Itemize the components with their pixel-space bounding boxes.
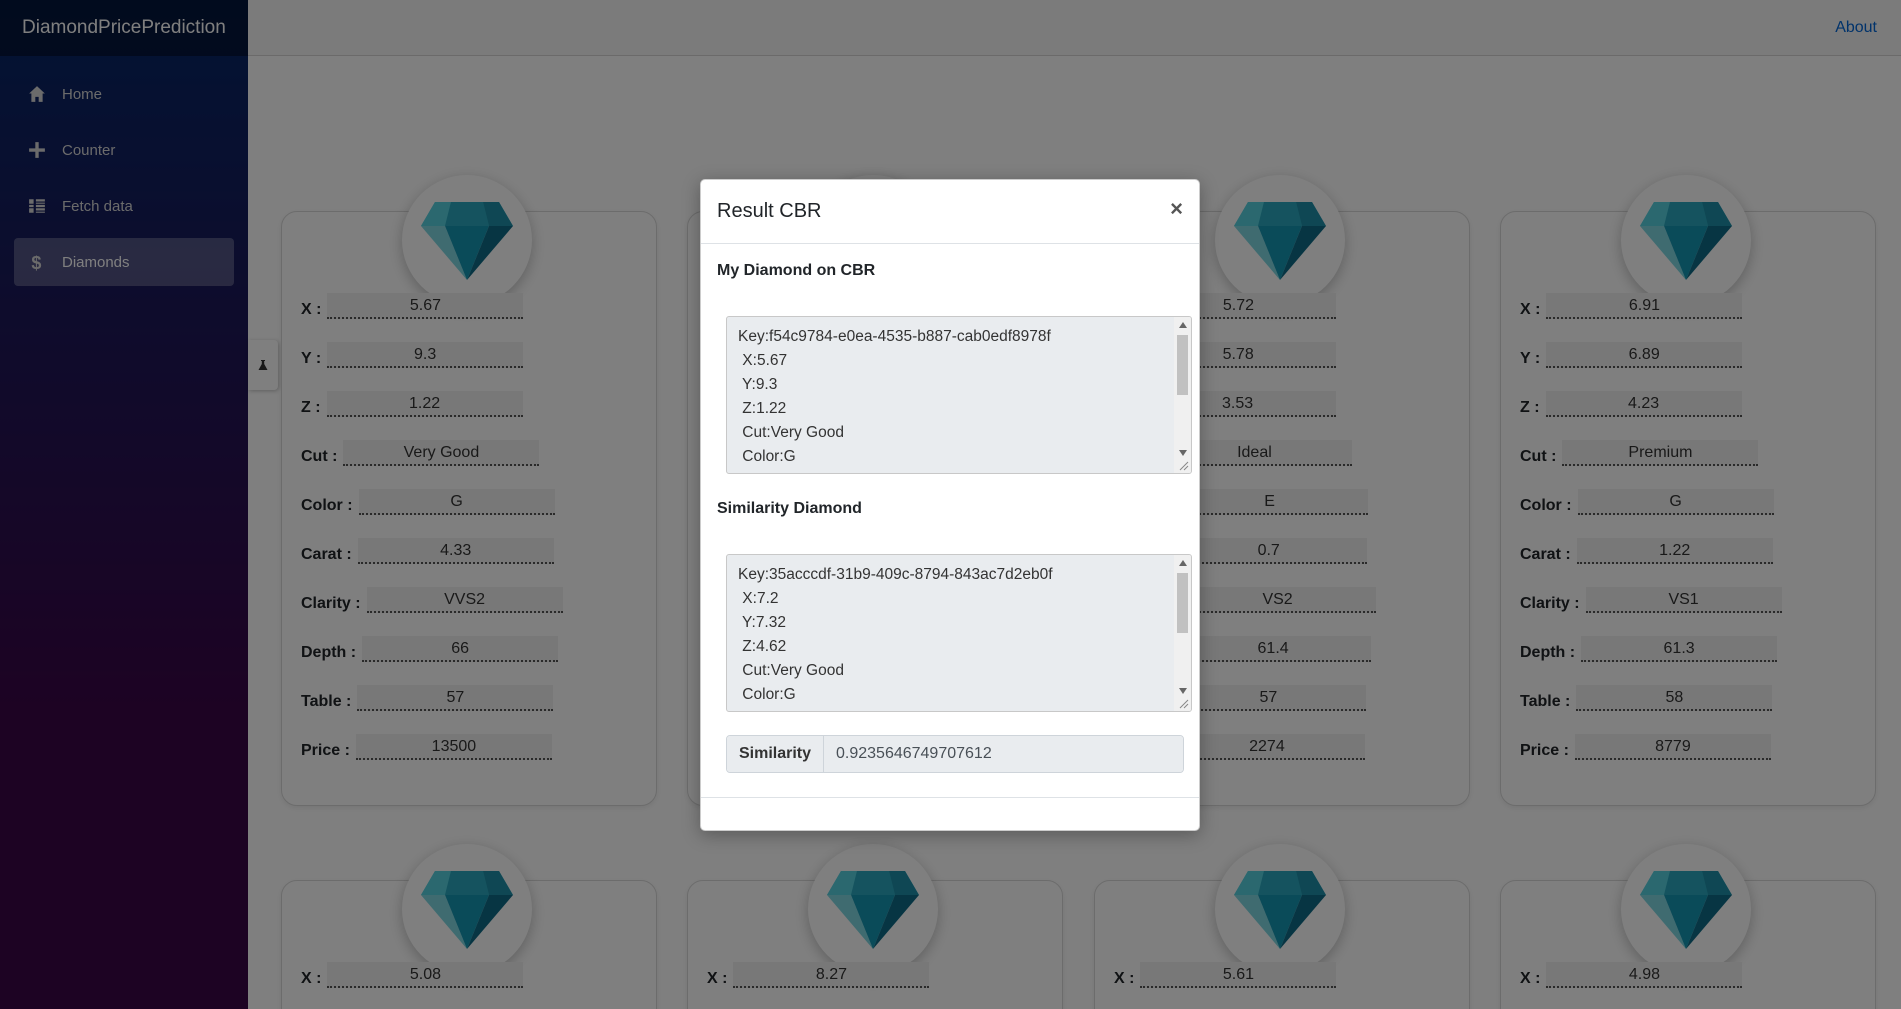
scroll-thumb[interactable] — [1177, 573, 1188, 633]
my-diamond-text: Key:f54c9784-e0ea-4535-b887-cab0edf8978f… — [738, 328, 1051, 473]
scroll-up-icon[interactable] — [1174, 555, 1191, 571]
modal-footer-divider — [701, 797, 1199, 798]
similarity-value[interactable]: 0.9235646749707612 — [824, 736, 1183, 772]
similarity-input-group: Similarity 0.9235646749707612 — [726, 735, 1184, 773]
similar-diamond-textarea[interactable]: Key:35acccdf-31b9-409c-8794-843ac7d2eb0f… — [726, 554, 1192, 712]
my-diamond-textarea[interactable]: Key:f54c9784-e0ea-4535-b887-cab0edf8978f… — [726, 316, 1192, 474]
scroll-up-icon[interactable] — [1174, 317, 1191, 333]
result-cbr-modal: Result CBR × My Diamond on CBR Key:f54c9… — [700, 179, 1200, 831]
scrollbar[interactable] — [1174, 555, 1191, 711]
similarity-label: Similarity — [727, 736, 824, 772]
close-icon[interactable]: × — [1170, 197, 1183, 220]
resize-grip-icon[interactable] — [1179, 699, 1189, 709]
modal-header: Result CBR × — [701, 180, 1199, 244]
scrollbar[interactable] — [1174, 317, 1191, 473]
scroll-thumb[interactable] — [1177, 335, 1188, 395]
similarity-diamond-title: Similarity Diamond — [717, 500, 862, 517]
modal-title: Result CBR — [717, 200, 822, 222]
resize-grip-icon[interactable] — [1179, 461, 1189, 471]
scroll-down-icon[interactable] — [1174, 445, 1191, 461]
similar-diamond-text: Key:35acccdf-31b9-409c-8794-843ac7d2eb0f… — [738, 566, 1053, 711]
my-diamond-title: My Diamond on CBR — [717, 262, 876, 279]
scroll-down-icon[interactable] — [1174, 683, 1191, 699]
